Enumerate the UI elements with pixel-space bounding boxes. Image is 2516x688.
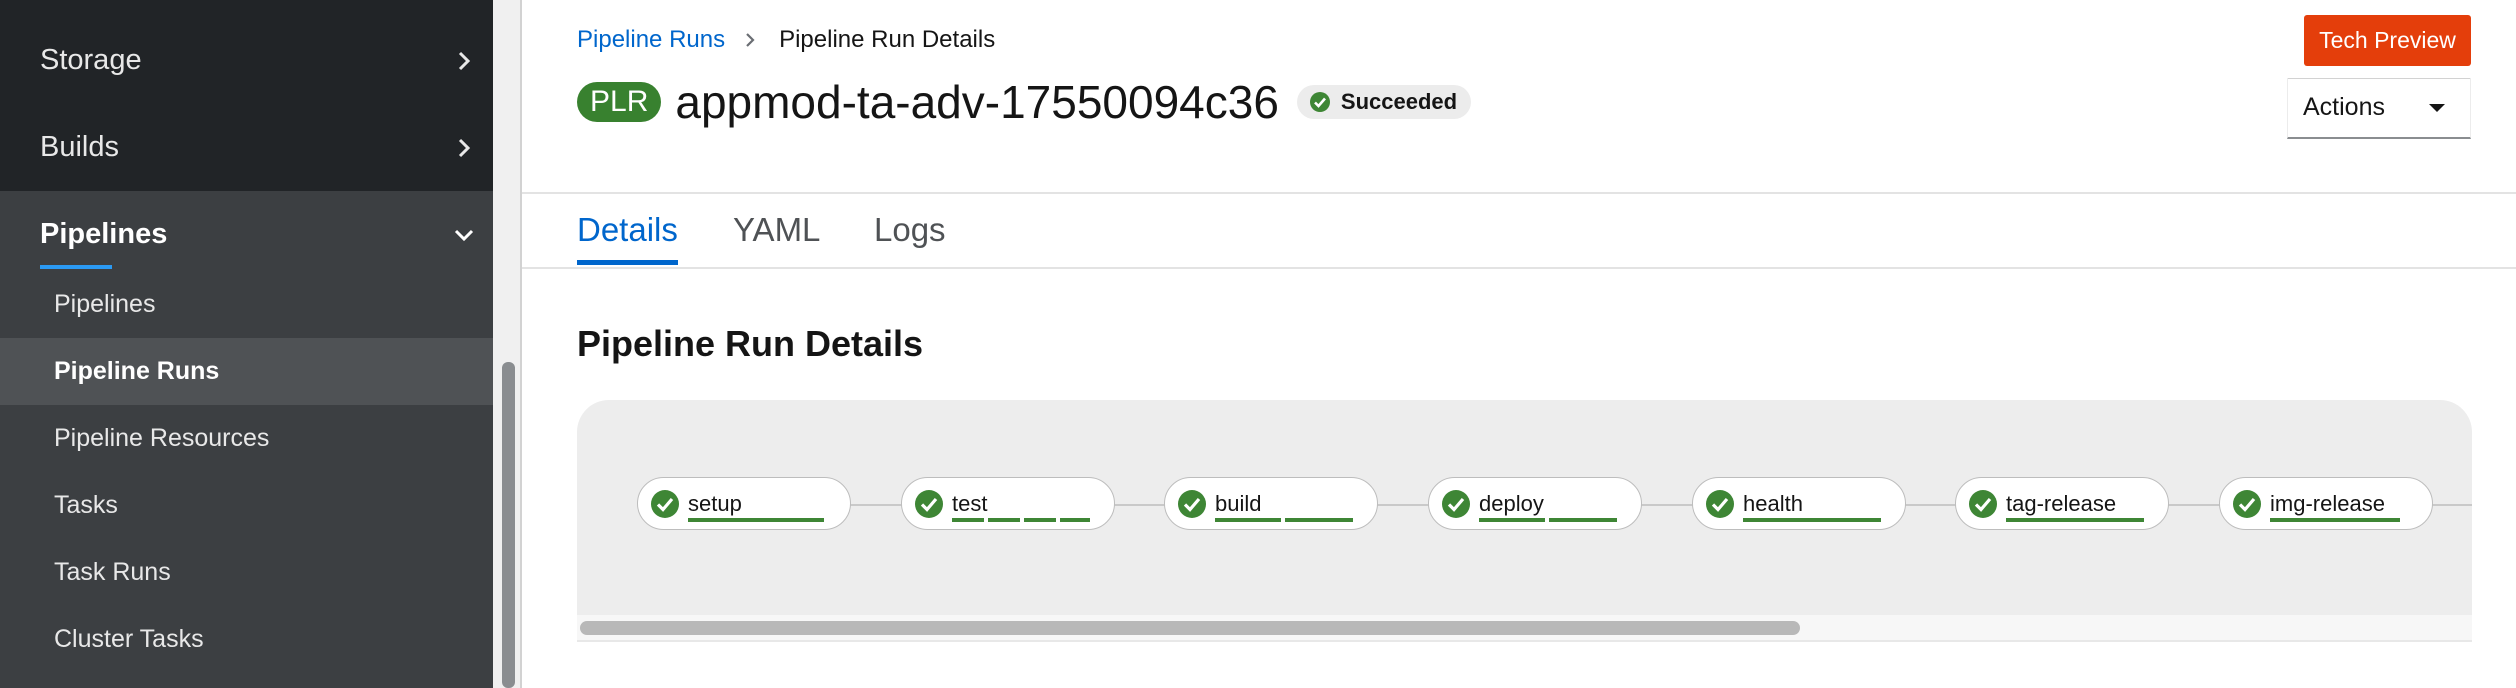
tab-yaml[interactable]: YAML	[733, 194, 820, 266]
check-circle-icon	[1969, 490, 1997, 518]
sidebar-item-tasks[interactable]: Tasks	[0, 472, 493, 539]
task-name: health	[1743, 491, 1803, 516]
active-tab-indicator	[577, 260, 678, 265]
graph-scrollbar-thumb[interactable]	[580, 621, 1800, 635]
chevron-right-icon	[458, 138, 471, 157]
sidebar-item-pipeline-runs[interactable]: Pipeline Runs	[0, 338, 493, 405]
chevron-right-icon	[458, 51, 471, 70]
task-node-build[interactable]: build	[1164, 477, 1378, 530]
task-name: test	[952, 491, 988, 516]
task-progress-bar	[2270, 518, 2400, 522]
task-progress-bar	[1215, 518, 1281, 522]
sidebar-group-builds[interactable]: Builds	[0, 104, 493, 191]
sidebar-item-label: Pipeline Resources	[54, 424, 270, 452]
task-node-img-release[interactable]: img-release	[2219, 477, 2433, 530]
check-circle-icon	[915, 490, 943, 518]
sidebar-group-label: Builds	[40, 131, 119, 163]
active-group-indicator	[40, 265, 112, 269]
sidebar-item-cluster-tasks[interactable]: Cluster Tasks	[0, 606, 493, 673]
check-circle-icon	[1309, 92, 1330, 112]
task-name: build	[1215, 491, 1262, 516]
task-progress-bar	[1743, 518, 1881, 522]
task-node-deploy[interactable]: deploy	[1428, 477, 1642, 530]
chevron-down-icon	[454, 229, 474, 241]
check-circle-icon	[1442, 490, 1470, 518]
task-progress-bar	[1060, 518, 1090, 522]
breadcrumb: Pipeline Runs Pipeline Run Details	[577, 26, 995, 54]
section-title: Pipeline Run Details	[577, 323, 924, 364]
caret-down-icon	[2429, 104, 2445, 112]
breadcrumb-link-pipeline-runs[interactable]: Pipeline Runs	[577, 26, 725, 54]
resource-type-badge: PLR	[577, 82, 662, 122]
task-progress-bar	[1479, 518, 1545, 522]
sidebar-group-label: Storage	[40, 44, 142, 76]
sidebar-item-pipeline-resources[interactable]: Pipeline Resources	[0, 405, 493, 472]
task-name: tag-release	[2006, 491, 2117, 516]
sidebar-group-label: Pipelines	[40, 218, 168, 250]
sidebar-scrollbar-thumb[interactable]	[502, 362, 515, 688]
tabs-divider	[522, 267, 2516, 269]
task-name: deploy	[1479, 491, 1544, 516]
page-title-row: PLR appmod-ta-adv-17550094c36 Succeeded	[577, 72, 1472, 132]
task-progress-bar	[2006, 518, 2144, 522]
status-label: Succeeded	[1340, 89, 1458, 114]
check-circle-icon	[651, 490, 679, 518]
task-progress-bar	[952, 518, 984, 522]
task-progress-bar	[1024, 518, 1056, 522]
task-progress-bar	[1285, 518, 1353, 522]
task-name: img-release	[2270, 491, 2385, 516]
tab-bar: Details YAML Logs	[522, 194, 2516, 268]
tab-details[interactable]: Details	[577, 194, 678, 266]
chevron-right-icon	[746, 33, 755, 47]
sidebar-item-task-runs[interactable]: Task Runs	[0, 539, 493, 606]
sidebar-item-pipelines[interactable]: Pipelines	[0, 271, 493, 338]
sidebar-item-label: Pipelines	[54, 290, 156, 318]
sidebar-item-label: Pipeline Runs	[54, 357, 220, 385]
task-progress-bar	[1549, 518, 1617, 522]
page-title: appmod-ta-adv-17550094c36	[675, 76, 1279, 128]
task-name: setup	[688, 491, 742, 516]
sidebar-group-storage[interactable]: Storage	[0, 17, 493, 104]
check-circle-icon	[1706, 490, 1734, 518]
task-progress-bar	[688, 518, 824, 522]
actions-label: Actions	[2303, 93, 2385, 121]
tab-logs[interactable]: Logs	[874, 194, 946, 266]
graph-bottom-divider	[577, 640, 2472, 642]
check-circle-icon	[2233, 490, 2261, 518]
check-circle-icon	[1178, 490, 1206, 518]
breadcrumb-current: Pipeline Run Details	[779, 26, 996, 53]
sidebar-divider	[520, 0, 522, 688]
task-node-tag-release[interactable]: tag-release	[1955, 477, 2169, 530]
sidebar-item-label: Tasks	[54, 491, 118, 519]
status-badge: Succeeded	[1296, 85, 1472, 119]
sidebar-nav: Storage Builds Pipelines Pipelines Pipel…	[0, 0, 493, 688]
task-progress-bar	[988, 518, 1020, 522]
task-node-test[interactable]: test	[901, 477, 1115, 530]
actions-dropdown[interactable]: Actions	[2287, 78, 2471, 139]
tech-preview-badge: Tech Preview	[2304, 15, 2471, 66]
sidebar-item-label: Cluster Tasks	[54, 625, 204, 653]
task-node-health[interactable]: health	[1692, 477, 1906, 530]
task-node-setup[interactable]: setup	[637, 477, 851, 530]
sidebar-item-label: Task Runs	[54, 558, 171, 586]
